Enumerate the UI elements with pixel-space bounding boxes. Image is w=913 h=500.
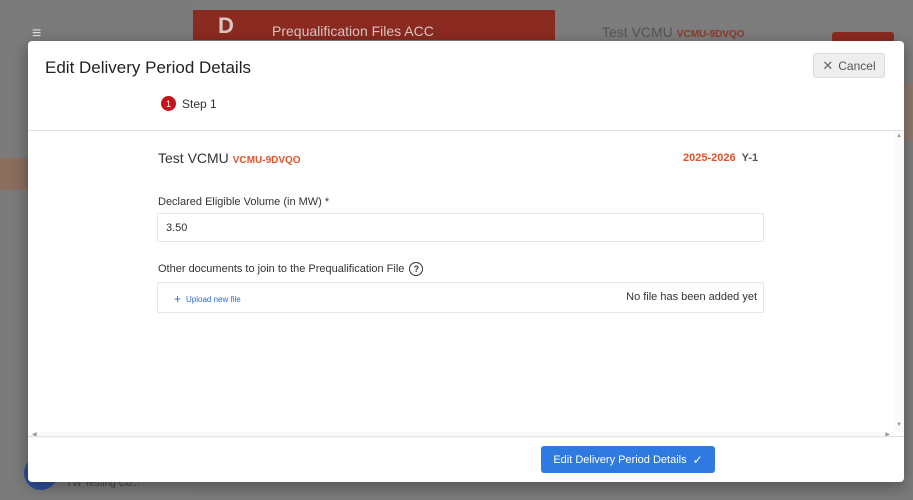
step-number-badge: 1 — [161, 96, 176, 111]
documents-label-text: Other documents to join to the Prequalif… — [158, 262, 405, 275]
period-label: Y-1 — [741, 152, 759, 164]
background-unit-name: Test VCMU — [602, 24, 673, 40]
background-app-title: Prequalification Files ACC — [272, 23, 434, 39]
volume-value: 3.50 — [166, 222, 188, 234]
delivery-period: 2025-2026 Y-1 — [683, 152, 758, 164]
logo-icon: D — [218, 13, 234, 38]
scroll-down-icon[interactable]: ▼ — [896, 422, 902, 428]
check-icon: ✓ — [692, 452, 703, 467]
period-years: 2025-2026 — [683, 152, 736, 164]
background-unit-code: VCMU-9DVQO — [676, 29, 745, 40]
edit-delivery-period-details-button[interactable]: Edit Delivery Period Details ✓ — [541, 446, 715, 473]
cancel-label: Cancel — [838, 58, 876, 73]
divider — [28, 436, 904, 437]
scroll-up-icon[interactable]: ▲ — [896, 133, 902, 139]
documents-upload-area: + Upload new file No file has been added … — [157, 282, 764, 313]
help-icon[interactable]: ? — [409, 262, 424, 276]
documents-field-label: Other documents to join to the Prequalif… — [158, 262, 424, 276]
close-icon: ✕ — [822, 57, 834, 73]
dialog-title: Edit Delivery Period Details — [45, 58, 251, 77]
unit-title: Test VCMU VCMU-9DVQO — [158, 150, 301, 166]
upload-label: Upload new file — [186, 295, 241, 304]
vertical-scrollbar[interactable]: ▲ ▼ — [894, 131, 904, 432]
volume-input[interactable]: 3.50 — [157, 213, 764, 242]
background-unit-title: Test VCMU VCMU-9DVQO — [602, 24, 745, 40]
dialog-body: Test VCMU VCMU-9DVQO 2025-2026 Y-1 Declare… — [28, 131, 894, 432]
plus-icon: + — [174, 292, 182, 306]
menu-icon: ≡ — [32, 25, 42, 42]
submit-label: Edit Delivery Period Details — [553, 453, 687, 466]
horizontal-scrollbar[interactable]: ◀ ▶ — [28, 432, 894, 438]
cancel-button[interactable]: ✕ Cancel — [813, 53, 885, 78]
upload-new-file-button[interactable]: + Upload new file — [174, 292, 241, 306]
step-label: Step 1 — [182, 96, 217, 111]
unit-name: Test VCMU — [158, 150, 229, 166]
no-file-message: No file has been added yet — [626, 291, 757, 303]
background-highlight-left — [0, 158, 28, 190]
volume-field-label: Declared Eligible Volume (in MW) * — [158, 196, 330, 208]
background-content — [193, 482, 913, 500]
stepper: 1 Step 1 — [161, 96, 217, 111]
edit-delivery-period-dialog: Edit Delivery Period Details ✕ Cancel 1 … — [28, 41, 904, 482]
unit-code: VCMU-9DVQO — [232, 155, 301, 166]
